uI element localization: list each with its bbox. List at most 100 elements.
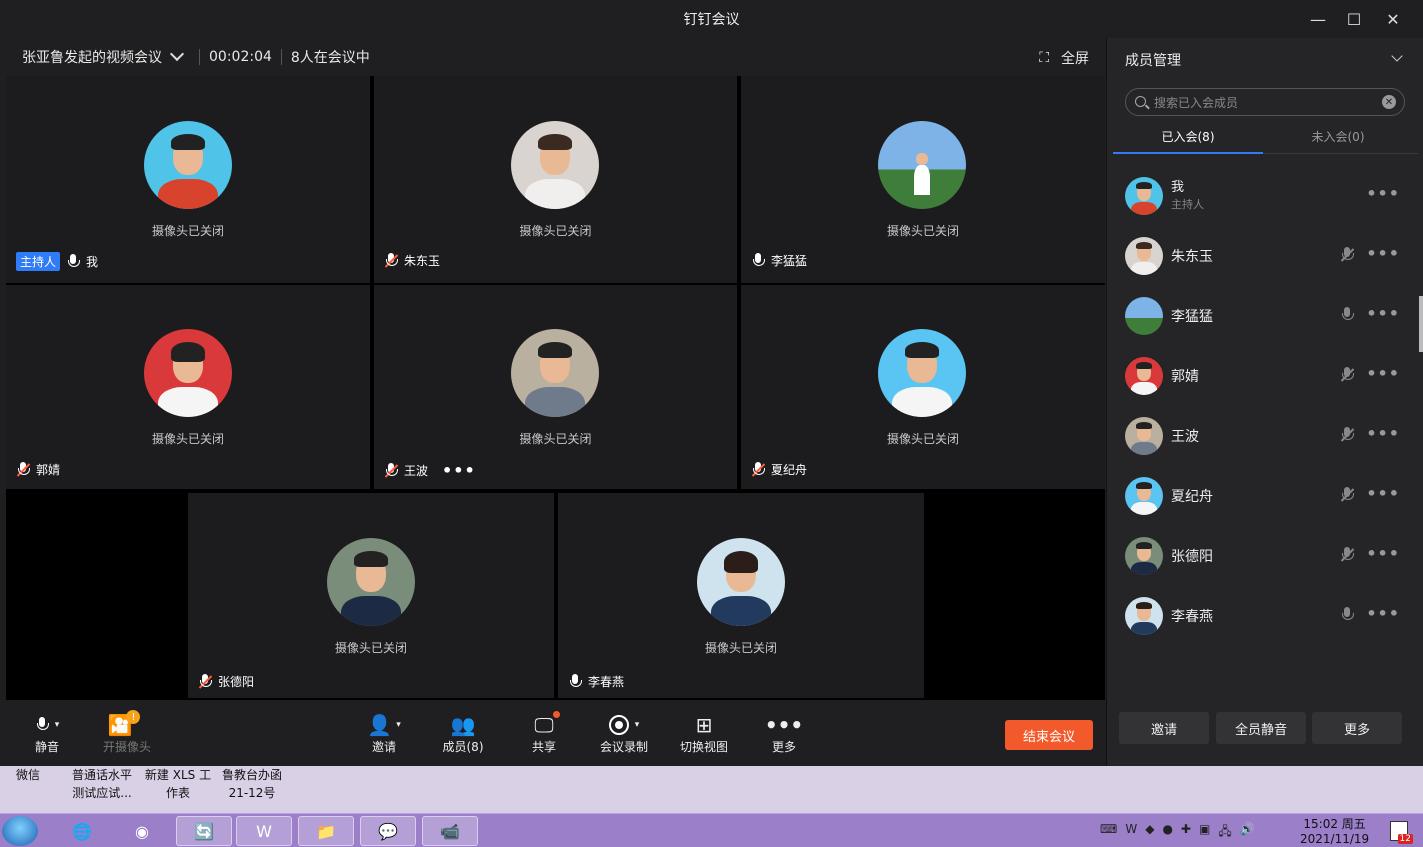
camera-off-label: 摄像头已关闭 [151, 224, 224, 238]
mic-muted-icon [198, 673, 213, 690]
camera-button[interactable]: 🎦! 开摄像头 [92, 710, 162, 755]
desktop-icon-wechat[interactable]: 微信 [8, 766, 48, 784]
video-tile[interactable]: 摄像头已关闭 李猛猛 [741, 76, 1105, 283]
chrome-taskbar-icon[interactable]: ◉ [114, 816, 170, 846]
video-tile[interactable]: 摄像头已关闭 主持人 我 [6, 76, 370, 283]
video-tile[interactable]: 摄像头已关闭 朱东玉 [374, 76, 737, 283]
explorer-taskbar-icon[interactable]: 📁 [298, 816, 354, 846]
mic-muted-icon[interactable] [1340, 487, 1355, 503]
member-item[interactable]: 我 主持人 ••• [1125, 174, 1410, 218]
mic-icon[interactable] [1340, 607, 1354, 623]
notification-icon[interactable]: 12 [1390, 821, 1413, 844]
scrollbar[interactable] [1419, 296, 1423, 352]
mic-muted-icon[interactable] [1340, 367, 1355, 383]
clear-icon[interactable]: ✕ [1382, 95, 1396, 109]
mic-muted-icon[interactable] [1340, 247, 1355, 263]
video-grid: 摄像头已关闭 主持人 我 摄像头已关闭 朱东玉 摄像头已关闭 李猛猛 摄像头已关… [6, 76, 1105, 700]
tray-app-icon[interactable]: ◆ [1145, 822, 1154, 843]
more-icon[interactable]: ••• [1366, 484, 1400, 503]
video-tile[interactable]: 摄像头已关闭 夏纪舟 [741, 285, 1105, 489]
more-icon[interactable]: ••• [1366, 604, 1400, 623]
more-icon[interactable]: ••• [442, 461, 476, 480]
participant-name: 李春燕 [588, 675, 625, 689]
fullscreen-button[interactable]: ⛶ 全屏 [1039, 48, 1089, 68]
invite-button[interactable]: 👤 ▾ 邀请 [349, 712, 419, 755]
tray-app-icon[interactable]: ● [1162, 822, 1172, 843]
tray-app-icon[interactable]: ✚ [1181, 822, 1191, 843]
member-name: 张德阳 [1171, 549, 1213, 565]
desktop-icon-xls[interactable]: 新建 XLS 工作表 [142, 766, 214, 802]
avatar [878, 121, 966, 209]
record-button[interactable]: ▾ 会议录制 [589, 712, 659, 755]
wps-tray-icon[interactable]: W [1125, 822, 1137, 843]
tab-joined[interactable]: 已入会(8) [1113, 128, 1263, 145]
member-item[interactable]: 朱东玉 ••• [1125, 234, 1410, 278]
keyboard-icon[interactable]: ⌨ [1100, 822, 1117, 843]
taskbar-clock[interactable]: 15:02 周五 2021/11/19 [1300, 817, 1369, 847]
more-icon[interactable]: ••• [1366, 244, 1400, 263]
network-icon[interactable]: 🖧 [1218, 822, 1231, 843]
wps-taskbar-icon[interactable]: W [236, 816, 292, 846]
invite-button[interactable]: 邀请 [1119, 712, 1209, 744]
more-icon[interactable]: ••• [1366, 424, 1400, 443]
desktop-icon-putonghua[interactable]: 普通话水平 测试应试... [66, 766, 138, 802]
more-icon[interactable]: ••• [1366, 184, 1400, 203]
notification-count: 12 [1397, 834, 1413, 844]
mic-icon [568, 673, 582, 690]
more-icon[interactable]: ••• [1366, 304, 1400, 323]
video-tile[interactable]: 摄像头已关闭 李春燕 [558, 493, 924, 698]
share-button[interactable]: 🖵 共享 [509, 711, 579, 755]
dingtalk-taskbar-icon[interactable]: 📹 [422, 816, 478, 846]
more-icon[interactable]: ••• [1366, 364, 1400, 383]
chevron-down-icon[interactable] [1391, 50, 1403, 62]
mic-muted-icon[interactable] [1340, 427, 1355, 443]
app-taskbar-icon[interactable]: 🔄 [176, 816, 232, 846]
member-name: 王波 [1171, 429, 1199, 445]
member-item[interactable]: 夏纪舟 ••• [1125, 474, 1410, 518]
start-button[interactable] [2, 816, 38, 846]
mic-muted-icon[interactable] [1340, 547, 1355, 563]
member-item[interactable]: 李春燕 ••• [1125, 594, 1410, 638]
add-user-icon: 👤 [367, 713, 393, 737]
volume-icon[interactable]: 🔊 [1240, 822, 1255, 843]
switch-view-button[interactable]: ⊞ 切换视图 [669, 712, 739, 755]
member-search-input[interactable]: 搜索已入会成员 ✕ [1125, 88, 1405, 116]
video-tile[interactable]: 摄像头已关闭 张德阳 [188, 493, 554, 698]
member-item[interactable]: 王波 ••• [1125, 414, 1410, 458]
member-item[interactable]: 张德阳 ••• [1125, 534, 1410, 578]
browser-taskbar-icon[interactable]: 🌐 [54, 816, 110, 846]
avatar [1125, 177, 1163, 215]
mute-all-button[interactable]: 全员静音 [1216, 712, 1306, 744]
member-tabs: 已入会(8) 未入会(0) [1113, 124, 1418, 154]
member-item[interactable]: 郭婧 ••• [1125, 354, 1410, 398]
more-icon: ••• [764, 713, 804, 737]
tab-not-joined[interactable]: 未入会(0) [1263, 128, 1413, 145]
minimize-button[interactable]: — [1303, 6, 1333, 32]
mute-button[interactable]: ▾ 静音 [12, 712, 82, 755]
meeting-name[interactable]: 张亚鲁发起的视频会议 [22, 47, 162, 67]
video-tile[interactable]: 摄像头已关闭 王波 ••• [374, 285, 737, 489]
video-tile[interactable]: 摄像头已关闭 郭婧 [6, 285, 370, 489]
maximize-button[interactable]: ☐ [1339, 6, 1369, 32]
more-icon[interactable]: ••• [1366, 544, 1400, 563]
member-item[interactable]: 李猛猛 ••• [1125, 294, 1410, 338]
record-label: 会议录制 [599, 740, 648, 754]
member-name: 夏纪舟 [1171, 489, 1213, 505]
switch-view-label: 切换视图 [679, 740, 728, 754]
desktop-icon-document[interactable]: 鲁教台办函 21-12号 [216, 766, 288, 802]
more-button[interactable]: 更多 [1312, 712, 1402, 744]
members-button[interactable]: 👥 成员(8) [428, 712, 498, 755]
mic-icon [66, 253, 81, 270]
tile-namebar: 李猛猛 [751, 252, 807, 269]
member-name: 我 [1171, 180, 1185, 195]
end-meeting-button[interactable]: 结束会议 [1005, 720, 1093, 750]
more-button[interactable]: ••• 更多 [749, 712, 819, 755]
tile-namebar: 郭婧 [16, 461, 60, 478]
wechat-taskbar-icon[interactable]: 💬 [360, 816, 416, 846]
tray-app-icon[interactable]: ▣ [1199, 822, 1210, 843]
camera-off-label: 摄像头已关闭 [704, 641, 777, 655]
avatar [1125, 357, 1163, 395]
close-button[interactable]: ✕ [1378, 6, 1408, 32]
mic-icon[interactable] [1340, 307, 1354, 323]
chevron-down-icon[interactable] [169, 46, 185, 62]
